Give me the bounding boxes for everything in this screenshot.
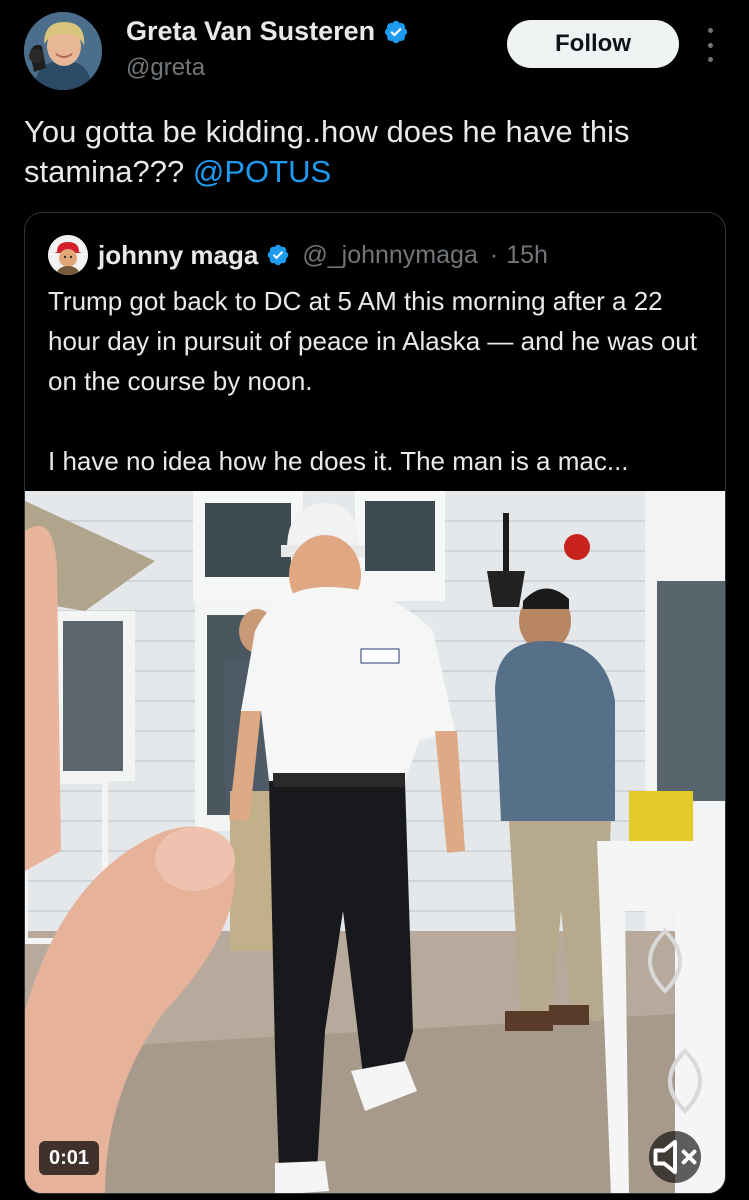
author-avatar[interactable]: [24, 12, 102, 90]
author-handle[interactable]: @greta: [126, 54, 205, 82]
quoted-tweet-text: Trump got back to DC at 5 AM this mornin…: [48, 281, 718, 481]
quoted-tweet-paragraph: Trump got back to DC at 5 AM this mornin…: [48, 286, 697, 396]
verified-badge-icon: [385, 20, 408, 43]
mention-link[interactable]: @POTUS: [193, 154, 331, 189]
quoted-author-avatar[interactable]: [48, 235, 88, 275]
speaker-muted-icon[interactable]: [649, 1131, 701, 1183]
verified-badge-icon: [268, 244, 289, 266]
dot: [707, 57, 713, 62]
separator-dot: ·: [489, 240, 499, 269]
quoted-author-name[interactable]: johnny maga: [98, 240, 258, 271]
video-player[interactable]: 0:01: [25, 491, 725, 1193]
quoted-tweet-header: johnny maga @_johnnymaga · 15h: [48, 235, 548, 275]
video-timestamp: 0:01: [39, 1141, 100, 1175]
dot: [707, 28, 713, 33]
video-frame: [25, 491, 725, 1193]
follow-button[interactable]: Follow: [507, 20, 679, 68]
quoted-tweet-time[interactable]: 15h: [506, 241, 548, 270]
author-name-row: Greta Van Susteren: [126, 16, 409, 47]
more-options-icon[interactable]: [700, 28, 720, 62]
tweet-header: Greta Van Susteren @greta Follow: [0, 0, 749, 100]
dot: [707, 42, 713, 48]
tweet-text: You gotta be kidding..how does he have t…: [24, 112, 724, 192]
quoted-tweet-paragraph: I have no idea how he does it. The man i…: [48, 446, 629, 476]
quoted-author-handle[interactable]: @_johnnymaga: [302, 241, 478, 270]
quoted-tweet[interactable]: johnny maga @_johnnymaga · 15h Trump got…: [24, 212, 726, 1194]
author-display-name[interactable]: Greta Van Susteren: [126, 16, 375, 47]
